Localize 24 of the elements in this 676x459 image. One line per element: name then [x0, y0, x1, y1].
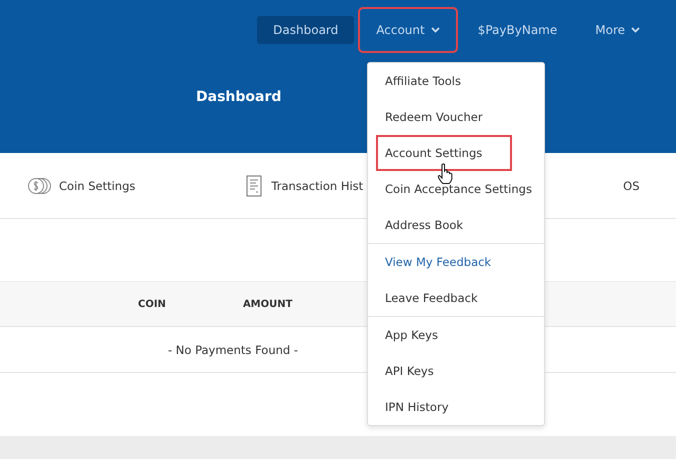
menu-item[interactable]: Account Settings [376, 135, 512, 171]
section-tab[interactable]: OS [623, 178, 640, 192]
coins-icon [27, 176, 51, 194]
menu-item[interactable]: Address Book [368, 207, 544, 243]
menu-item[interactable]: Affiliate Tools [368, 63, 544, 99]
empty-message: - No Payments Found - [168, 342, 298, 356]
nav-link[interactable]: More [579, 16, 656, 44]
menu-item[interactable]: API Keys [368, 353, 544, 389]
nav-link[interactable]: Account [360, 8, 456, 50]
receipt-icon [245, 174, 264, 196]
hand-cursor-icon [437, 163, 453, 185]
section-tab[interactable]: Coin Settings [27, 176, 136, 194]
menu-link[interactable]: View My Feedback [368, 244, 544, 280]
menu-item[interactable]: Redeem Voucher [368, 99, 544, 135]
column-header: AMOUNT [242, 298, 292, 310]
menu-item[interactable]: Leave Feedback [368, 280, 544, 316]
menu-item[interactable]: App Keys [368, 317, 544, 353]
nav-link[interactable]: Dashboard [257, 16, 354, 44]
menu-item[interactable]: Coin Acceptance Settings [368, 171, 544, 207]
column-header: COIN [138, 298, 166, 310]
nav-link[interactable]: $PayByName [462, 16, 574, 44]
section-tab[interactable]: Transaction Hist [245, 174, 364, 196]
page-title: Dashboard [196, 89, 282, 105]
menu-item[interactable]: IPN History [368, 389, 544, 425]
